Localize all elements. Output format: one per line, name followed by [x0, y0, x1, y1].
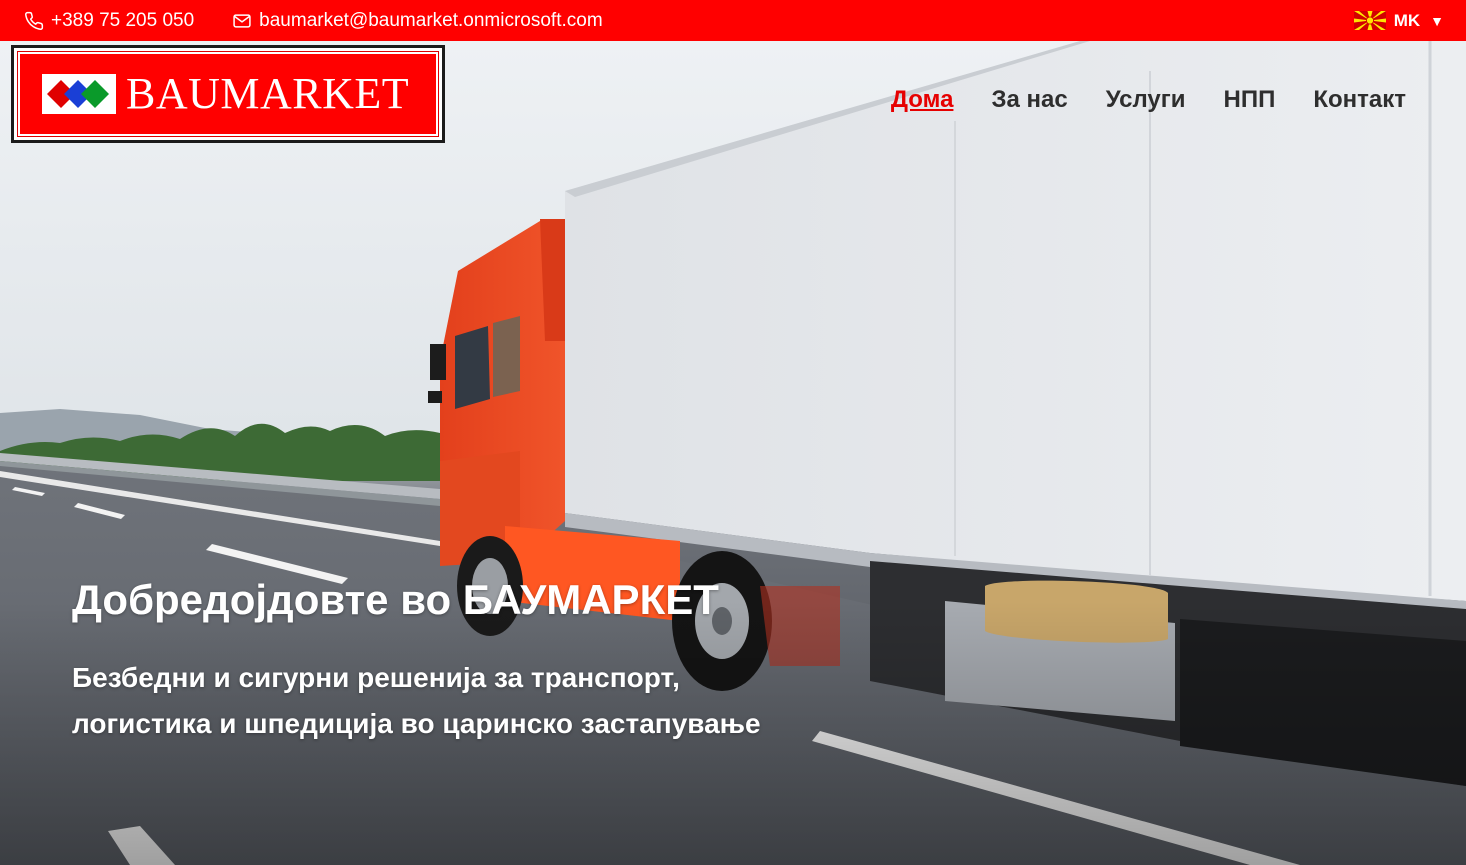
phone-contact[interactable]: +389 75 205 050: [24, 10, 194, 32]
logo-badge: BAUMARKET: [17, 51, 439, 137]
hero-subtitle: Безбедни и сигурни решенија за транспорт…: [72, 655, 761, 747]
chevron-down-icon: ▼: [1430, 12, 1444, 29]
main-nav: Дома За нас Услуги НПП Контакт: [853, 86, 1406, 114]
phone-icon: [25, 11, 44, 30]
logo-text: BAUMARKET: [126, 69, 410, 118]
nav-item-services[interactable]: Услуги: [1106, 86, 1186, 114]
top-contact-bar: +389 75 205 050 baumarket@baumarket.onmi…: [0, 0, 1466, 41]
hero-subtitle-line-1: Безбедни и сигурни решенија за транспорт…: [72, 662, 680, 693]
email-contact[interactable]: baumarket@baumarket.onmicrosoft.com: [232, 10, 603, 32]
nav-item-npp[interactable]: НПП: [1223, 86, 1275, 114]
language-code: MK: [1393, 10, 1421, 30]
phone-number[interactable]: +389 75 205 050: [51, 10, 194, 32]
envelope-icon: [233, 13, 251, 28]
language-selector[interactable]: MK ▼: [1353, 0, 1444, 41]
nav-item-contact[interactable]: Контакт: [1313, 86, 1406, 114]
nav-item-about[interactable]: За нас: [991, 86, 1067, 114]
email-address[interactable]: baumarket@baumarket.onmicrosoft.com: [259, 10, 602, 32]
diamonds-logo-icon: [42, 74, 116, 114]
site-logo[interactable]: BAUMARKET: [11, 45, 445, 143]
macedonia-flag-icon: [1353, 11, 1386, 30]
nav-item-home[interactable]: Дома: [891, 86, 954, 114]
hero-title: Добредојдовте во БАУМАРКЕТ: [72, 576, 719, 623]
hero-subtitle-line-2: логистика и шпедиција во царинско застап…: [72, 708, 761, 739]
